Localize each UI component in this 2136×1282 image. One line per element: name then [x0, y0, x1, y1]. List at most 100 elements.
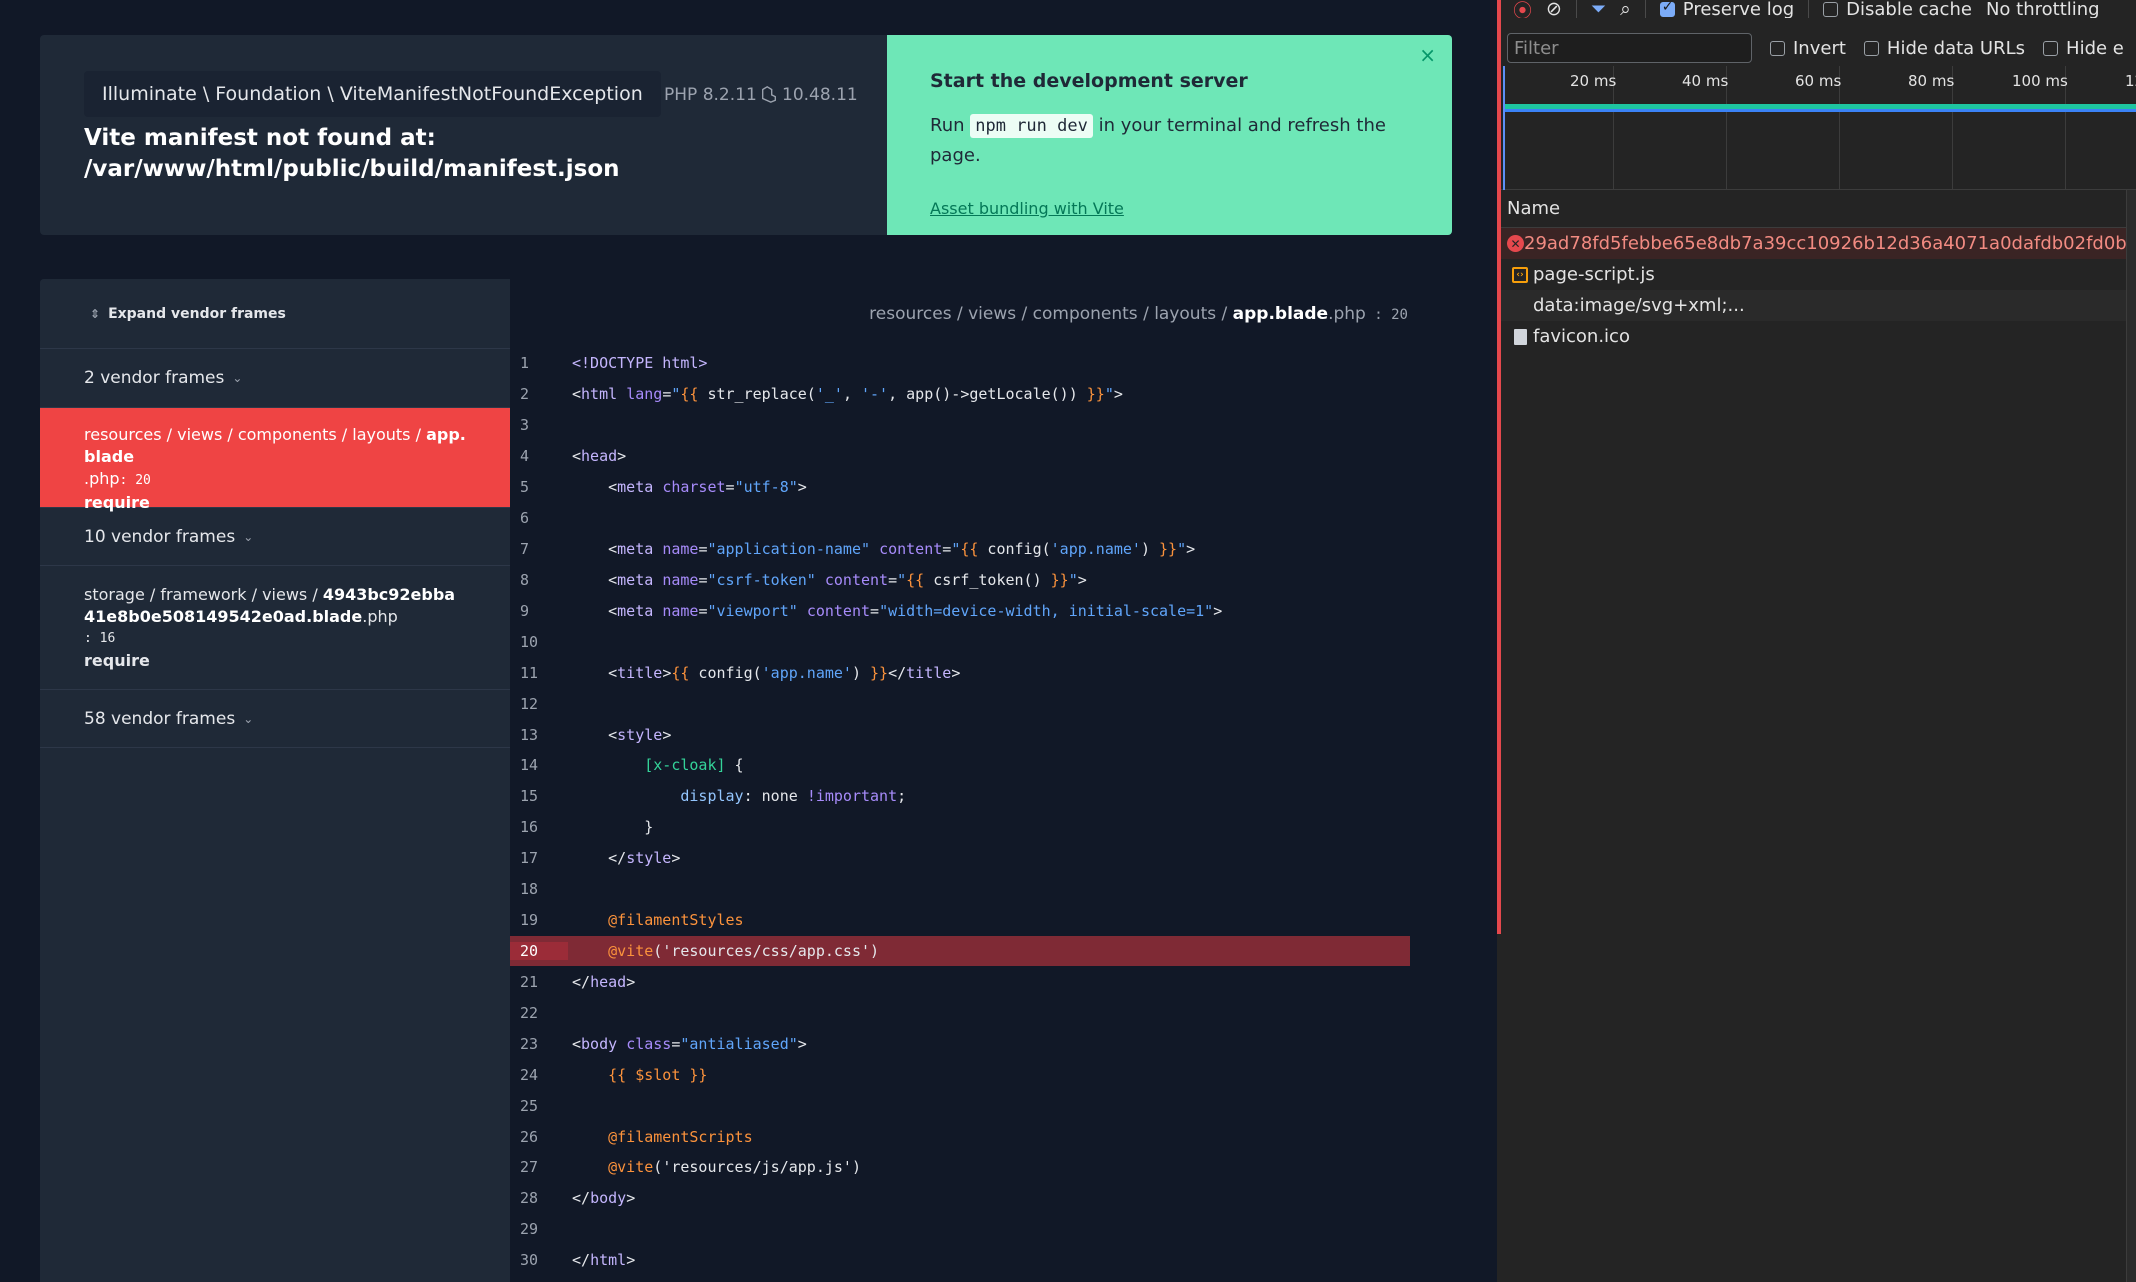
solution-panel: × Start the development server Run npm r…	[887, 35, 1452, 235]
column-header-name[interactable]: Name	[1501, 190, 2136, 228]
chevron-down-icon: ⌄	[243, 711, 254, 726]
timeline-tick-label: 40 ms	[1682, 72, 1729, 90]
code-line: 18	[520, 880, 539, 899]
preserve-log-label: Preserve log	[1682, 0, 1795, 18]
network-toolbar: ⦿ ⊘ ⏷ ⌕ Preserve log Disable cache No th…	[1501, 0, 2136, 18]
code-line: 13 <style>	[520, 725, 672, 744]
close-icon[interactable]: ×	[1419, 43, 1436, 67]
checkbox-icon	[1863, 40, 1879, 56]
code-line: 19 @filamentStyles	[520, 911, 744, 930]
solution-title: Start the development server	[930, 70, 1248, 92]
code-line: 4 <head>	[520, 447, 627, 466]
code-line: 6	[520, 509, 530, 528]
chevron-down-icon: ⌄	[243, 529, 254, 544]
clear-icon[interactable]: ⊘	[1546, 0, 1562, 18]
request-name: 29ad78fd5febbe65e8db7a39cc10926b12d36a40…	[1524, 233, 2136, 254]
code-line: 14 [x-cloak] {	[520, 756, 744, 775]
code-line: 17 </style>	[520, 849, 681, 868]
stack-frame-active[interactable]: resources / views / components / layouts…	[40, 408, 510, 512]
exception-message-line2: /var/www/html/public/build/manifest.json	[84, 156, 620, 182]
filter-icon[interactable]: ⏷	[1591, 0, 1606, 18]
hide-extension-checkbox[interactable]: Hide e	[2043, 38, 2124, 59]
network-filter-bar: Invert Hide data URLs Hide e	[1501, 30, 2136, 66]
code-line: 23 <body class="antialiased">	[520, 1034, 807, 1053]
solution-docs-link[interactable]: Asset bundling with Vite	[930, 199, 1124, 218]
exception-class: Illuminate \ Foundation \ ViteManifestNo…	[84, 71, 661, 117]
code-file-name: app.blade	[1232, 304, 1329, 324]
request-row[interactable]: favicon.ico	[1501, 321, 2136, 352]
checkbox-checked-icon	[1659, 0, 1675, 17]
vendor-frames-label: 10 vendor frames	[84, 526, 236, 547]
exception-message-line1: Vite manifest not found at:	[84, 125, 436, 151]
frame-line: : 20	[119, 473, 151, 488]
disable-cache-checkbox[interactable]: Disable cache	[1823, 0, 1972, 18]
timeline-request-bar	[1505, 109, 2136, 112]
code-snippet: resources / views / components / layouts…	[510, 279, 1452, 1282]
frame-path: storage / framework / views / 4943bc92eb…	[84, 584, 466, 628]
throttling-select[interactable]: No throttling	[1986, 0, 2100, 18]
code-line: 7 <meta name="application-name" content=…	[520, 539, 1196, 558]
code-lines: 1 <!DOCTYPE html> 2 <html lang="{{ str_rep…	[510, 348, 1410, 1276]
solution-text-before: Run	[930, 115, 971, 136]
request-row-error[interactable]: ✕ 29ad78fd5febbe65e8db7a39cc10926b12d36a4…	[1501, 228, 2136, 259]
hide-data-urls-checkbox[interactable]: Hide data URLs	[1863, 37, 2026, 59]
network-timeline-overview[interactable]: 20 ms 40 ms 60 ms 80 ms 100 ms 12	[1501, 66, 2136, 190]
request-list: ✕ 29ad78fd5febbe65e8db7a39cc10926b12d36a4…	[1501, 228, 2136, 352]
code-line: 26 @filamentScripts	[520, 1127, 753, 1146]
stack-trace: ⇕ Expand vendor frames 2 vendor frames ⌄…	[40, 279, 1452, 1282]
frame-ext: .php	[362, 607, 398, 626]
vendor-frames-label: 58 vendor frames	[84, 708, 236, 729]
code-line: 29	[520, 1220, 539, 1239]
network-request-table: Name ✕ 29ad78fd5febbe65e8db7a39cc10926b12…	[1501, 190, 2136, 1282]
checkbox-icon	[1770, 40, 1785, 56]
hide-data-urls-label: Hide data URLs	[1886, 37, 2026, 59]
timeline-tick-label: 12	[2125, 72, 2136, 90]
scrollbar[interactable]	[2126, 190, 2136, 1282]
code-line: 5 <meta charset="utf-8">	[520, 478, 807, 497]
expand-vendor-frames-button[interactable]: ⇕ Expand vendor frames	[40, 279, 510, 349]
timeline-tick: 60 ms	[1795, 66, 1841, 190]
code-line-highlighted: 20 @vite('resources/css/app.css')	[510, 935, 1410, 967]
expand-icon: ⇕	[90, 306, 101, 321]
timeline-tick: 100 ms	[2012, 66, 2068, 190]
timeline-tick: 20 ms	[1570, 66, 1616, 190]
code-line: 24 {{ $slot }}	[520, 1065, 708, 1084]
request-name: data:image/svg+xml;...	[1533, 295, 1745, 316]
preserve-log-checkbox[interactable]: Preserve log	[1659, 0, 1795, 18]
stop-recording-icon[interactable]: ⦿	[1513, 0, 1532, 18]
code-line: 11 <title>{{ config('app.name') }}</titl…	[520, 663, 961, 682]
request-row[interactable]: data:image/svg+xml;...	[1501, 290, 2136, 321]
document-icon	[1513, 328, 1527, 345]
code-line: 25	[520, 1096, 539, 1115]
solution-description: Run npm run dev in your terminal and ref…	[930, 111, 1390, 170]
timeline-tick-label: 20 ms	[1570, 72, 1617, 90]
stack-frame[interactable]: storage / framework / views / 4943bc92eb…	[40, 566, 510, 690]
code-line: 30 </html>	[520, 1251, 636, 1270]
hide-extension-label: Hide e	[2066, 37, 2124, 59]
vendor-frames-group[interactable]: 58 vendor frames ⌄	[40, 690, 510, 748]
code-file-dir: resources / views / components / layouts…	[869, 304, 1233, 324]
code-line: 15 display: none !important;	[520, 787, 907, 806]
code-file-path: resources / views / components / layouts…	[869, 304, 1408, 324]
code-file-ext: .php	[1328, 304, 1366, 324]
checkbox-icon	[1823, 1, 1839, 17]
frame-path: resources / views / components / layouts…	[84, 424, 466, 468]
script-icon: ‹›	[1512, 266, 1528, 283]
code-file-line: : 20	[1365, 307, 1408, 323]
filter-input[interactable]	[1507, 33, 1752, 63]
code-line: 21 </head>	[520, 972, 636, 991]
frame-function: require	[84, 651, 150, 670]
vendor-frames-group[interactable]: 2 vendor frames ⌄	[40, 349, 510, 408]
vendor-frames-group[interactable]: 10 vendor frames ⌄	[40, 508, 510, 566]
error-icon: ✕	[1507, 235, 1524, 252]
search-icon[interactable]: ⌕	[1620, 0, 1631, 18]
code-line: 9 <meta name="viewport" content="width=d…	[520, 601, 1223, 620]
code-line: 27 @vite('resources/js/app.js')	[520, 1158, 861, 1177]
invert-checkbox[interactable]: Invert	[1770, 38, 1846, 59]
timeline-tick-label: 100 ms	[2012, 72, 2068, 90]
request-name: favicon.ico	[1533, 326, 1630, 347]
request-name: page-script.js	[1533, 264, 1655, 285]
code-line: 1 <!DOCTYPE html>	[520, 354, 708, 373]
code-line: 12	[520, 694, 539, 713]
request-row[interactable]: ‹› page-script.js	[1501, 259, 2136, 290]
